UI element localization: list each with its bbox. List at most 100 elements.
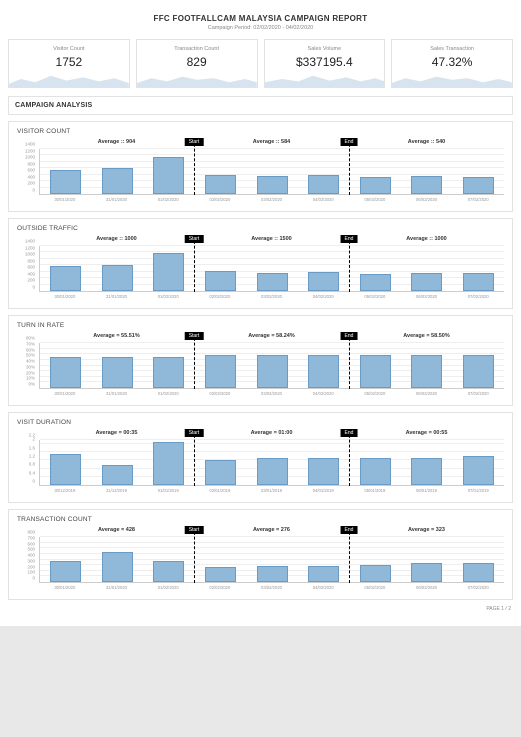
- x-tick: 01/02/2020: [142, 584, 194, 593]
- average-label: Average = 55.51%: [39, 333, 194, 342]
- x-tick: 06/01/2019: [401, 487, 453, 496]
- chart-title: TURN IN RATE: [17, 322, 504, 329]
- x-tick: 07/02/2020: [452, 293, 504, 302]
- y-tick: 200: [27, 278, 35, 283]
- y-tick: 0: [32, 188, 35, 193]
- y-tick: 0%: [28, 382, 35, 387]
- chart-area: Average = 428Average = 276Average = 323 0…: [17, 527, 504, 593]
- average-label: Average = 276: [194, 527, 349, 536]
- plot: [39, 343, 504, 389]
- x-tick: 05/02/2020: [349, 293, 401, 302]
- x-tick: 05/02/2020: [349, 390, 401, 399]
- chart-visitor-count: VISITOR COUNTAverage :: 904Average :: 58…: [8, 121, 513, 212]
- y-tick: 400: [27, 174, 35, 179]
- bar: [205, 271, 236, 291]
- average-label: Average :: 1000: [349, 236, 504, 245]
- chart-title: TRANSACTION COUNT: [17, 516, 504, 523]
- x-tick: 30/01/2020: [39, 390, 91, 399]
- x-tick: 05/02/2020: [349, 196, 401, 205]
- kpi-label: Visitor Count: [9, 46, 129, 52]
- x-tick: 04/02/2020: [297, 196, 349, 205]
- y-tick: 500: [27, 547, 35, 552]
- bar: [153, 253, 184, 291]
- plot: [39, 246, 504, 292]
- y-tick: 1200: [25, 245, 35, 250]
- sparkline-icon: [392, 71, 512, 87]
- average-label: Average :: 904: [39, 139, 194, 148]
- y-tick: 1000: [25, 252, 35, 257]
- y-tick: 2.2: [29, 433, 35, 438]
- bar: [257, 566, 288, 582]
- chart-transaction-count: TRANSACTION COUNTAverage = 428Average = …: [8, 509, 513, 600]
- average-label: Average = 58.24%: [194, 333, 349, 342]
- average-label: Average = 428: [39, 527, 194, 536]
- bar: [102, 465, 133, 485]
- bar: [360, 458, 391, 485]
- bar: [411, 458, 442, 485]
- bar: [153, 357, 184, 388]
- y-tick: 0.4: [29, 470, 35, 475]
- y-tick: 700: [27, 535, 35, 540]
- chart-title: OUTSIDE TRAFFIC: [17, 225, 504, 232]
- y-tick: 40%: [26, 359, 35, 364]
- bar: [463, 456, 494, 485]
- kpi-row: Visitor Count 1752 Transaction Count 829…: [8, 39, 513, 88]
- average-label: Average = 323: [349, 527, 504, 536]
- bar: [50, 357, 81, 389]
- kpi-sales-transaction: Sales Transaction 47.32%: [391, 39, 513, 88]
- x-tick: 06/02/2020: [401, 196, 453, 205]
- bar: [360, 274, 391, 291]
- bar: [50, 266, 81, 291]
- x-tick: 30/01/2020: [39, 196, 91, 205]
- bar: [257, 458, 288, 485]
- kpi-label: Sales Transaction: [392, 46, 512, 52]
- x-tick: 05/01/2019: [349, 487, 401, 496]
- bar: [308, 566, 339, 582]
- bar: [463, 355, 494, 388]
- y-tick: 1400: [25, 142, 35, 147]
- charts-container: VISITOR COUNTAverage :: 904Average :: 58…: [8, 121, 513, 600]
- y-tick: 1200: [25, 148, 35, 153]
- kpi-value: 1752: [9, 55, 129, 69]
- x-tick: 31/01/2020: [91, 584, 143, 593]
- bar: [411, 176, 442, 194]
- x-tick: 07/02/2020: [452, 196, 504, 205]
- y-tick: 20%: [26, 370, 35, 375]
- y-tick: 400: [27, 271, 35, 276]
- kpi-label: Sales Volume: [265, 46, 385, 52]
- bar: [257, 176, 288, 194]
- bar: [411, 563, 442, 582]
- kpi-value: 47.32%: [392, 55, 512, 69]
- report-page: FFC FOOTFALLCAM MALAYSIA CAMPAIGN REPORT…: [0, 0, 521, 626]
- bar: [102, 265, 133, 291]
- bar: [153, 561, 184, 582]
- x-tick: 01/02/2020: [142, 390, 194, 399]
- kpi-value: 829: [137, 55, 257, 69]
- bar: [463, 563, 494, 582]
- page-footer: PAGE 1 / 2: [8, 606, 513, 612]
- kpi-transaction-count: Transaction Count 829: [136, 39, 258, 88]
- report-header: FFC FOOTFALLCAM MALAYSIA CAMPAIGN REPORT…: [8, 8, 513, 39]
- chart-title: VISIT DURATION: [17, 419, 504, 426]
- bar: [205, 567, 236, 582]
- x-tick: 31/01/2020: [91, 196, 143, 205]
- bar: [205, 175, 236, 194]
- bar: [308, 355, 339, 388]
- average-label: Average :: 1500: [194, 236, 349, 245]
- x-tick: 31/01/2020: [91, 390, 143, 399]
- y-tick: 50%: [26, 353, 35, 358]
- y-tick: 0: [32, 285, 35, 290]
- y-tick: 1400: [25, 239, 35, 244]
- chart-turn-in-rate: TURN IN RATE Average = 55.51%Average = 58…: [8, 315, 513, 406]
- y-tick: 200: [27, 181, 35, 186]
- x-tick: 30/12/2019: [39, 487, 91, 496]
- bar: [102, 357, 133, 389]
- x-tick: 07/02/2020: [452, 584, 504, 593]
- bar: [50, 454, 81, 485]
- bar: [308, 458, 339, 485]
- y-tick: 1.2: [29, 453, 35, 458]
- x-tick: 01/01/2019: [142, 487, 194, 496]
- average-label: Average :: 1000: [39, 236, 194, 245]
- average-label: Average = 01:00: [194, 430, 349, 439]
- bar: [308, 175, 339, 194]
